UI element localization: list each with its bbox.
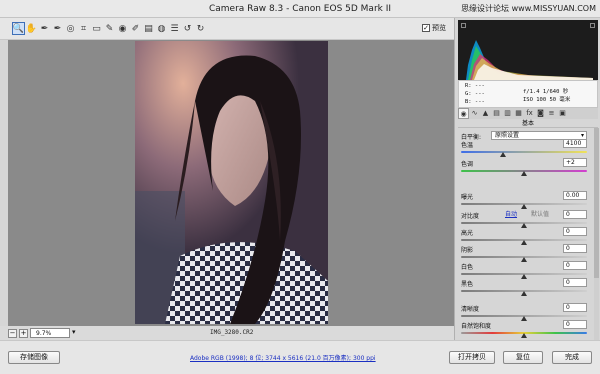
slider-value-field[interactable]: 0 (563, 320, 587, 329)
info-readout: R: --- G: --- B: --- f/1.4 1/640 秒 ISO 1… (458, 80, 598, 108)
split-toning-tab-icon[interactable]: ▥ (502, 108, 513, 119)
zoom-dropdown-icon[interactable]: ▾ (72, 328, 76, 336)
slider-value-field[interactable]: 0 (563, 227, 587, 236)
aperture-shutter: f/1.4 1/640 秒 (523, 89, 569, 95)
zoom-icon[interactable]: 🔍 (12, 22, 25, 35)
hand-icon[interactable]: ✋ (25, 22, 38, 35)
slider-value-field[interactable]: 0.00 (563, 191, 587, 200)
open-copy-button[interactable]: 打开拷贝 (449, 351, 495, 364)
slider-value-field[interactable]: 4100 (563, 139, 587, 148)
targeted-adjustment-icon[interactable]: ◎ (64, 22, 77, 35)
chevron-down-icon: ▾ (580, 132, 584, 139)
shadow-clipping-icon[interactable] (461, 23, 466, 28)
save-image-button[interactable]: 存储图像 (8, 351, 60, 364)
default-link[interactable]: 默认值 (531, 211, 549, 218)
slider-thumb[interactable] (521, 171, 527, 176)
slider-label: 清晰度 (461, 306, 480, 313)
slider-label: 黑色 (461, 281, 474, 288)
status-bar: − + 9.7% ▾ IMG_3280.CR2 (0, 326, 454, 340)
slider-value-field[interactable]: +2 (563, 158, 587, 167)
bottom-bar: 存储图像 Adobe RGB (1998); 8 位; 3744 x 5616 … (0, 340, 600, 374)
reset-button[interactable]: 复位 (503, 351, 543, 364)
radial-filter-icon[interactable]: ◍ (155, 22, 168, 35)
slider-value-field[interactable]: 0 (563, 261, 587, 270)
slider-thumb[interactable] (521, 204, 527, 209)
auto-link[interactable]: 自动 (505, 211, 517, 218)
image-canvas[interactable] (8, 40, 454, 326)
slider-thumb[interactable] (521, 257, 527, 262)
effects-tab-icon[interactable]: fx (524, 108, 535, 119)
slider-label: 对比度 (461, 213, 480, 220)
panel-tabs: ◉ ∿ ▲ ▤ ▥ ▦ fx ◙ ≡ ▣ (458, 108, 598, 119)
lens-tab-icon[interactable]: ▦ (513, 108, 524, 119)
panel-scrollbar[interactable] (594, 128, 599, 340)
histogram-graph (466, 40, 593, 80)
slider-thumb[interactable] (521, 316, 527, 321)
slider-label: 曝光 (461, 194, 474, 201)
slider-value-field[interactable]: 0 (563, 278, 587, 287)
slider-value-field[interactable]: 0 (563, 303, 587, 312)
zoom-in-button[interactable]: + (19, 329, 28, 338)
zoom-out-button[interactable]: − (8, 329, 17, 338)
panel-scrollbar-thumb[interactable] (594, 128, 599, 278)
highlight-clipping-icon[interactable] (590, 23, 595, 28)
slider-label: 白色 (461, 264, 474, 271)
photo-preview (135, 41, 328, 324)
title-bar: Camera Raw 8.3 - Canon EOS 5D Mark II 思缘… (0, 0, 600, 18)
zoom-level-field[interactable]: 9.7% (30, 328, 70, 338)
slider-label: 色调 (461, 161, 474, 168)
hsl-tab-icon[interactable]: ▤ (491, 108, 502, 119)
white-balance-icon[interactable]: ✒ (38, 22, 51, 35)
slider-thumb[interactable] (521, 274, 527, 279)
white-balance-value: 原照设置 (495, 132, 520, 139)
slider-thumb[interactable] (521, 240, 527, 245)
workflow-options-link[interactable]: Adobe RGB (1998); 8 位; 3744 x 5616 (21.0… (190, 353, 376, 362)
straighten-icon[interactable]: ▭ (90, 22, 103, 35)
spot-removal-icon[interactable]: ✎ (103, 22, 116, 35)
done-button[interactable]: 完成 (552, 351, 592, 364)
red-eye-icon[interactable]: ◉ (116, 22, 129, 35)
slider-value-field[interactable]: 0 (563, 244, 587, 253)
toolbar: 🔍 ✋ ✒ ✒ ◎ ⌗ ▭ ✎ ◉ ✐ ▤ ◍ ☰ ↺ ↻ ✓ 预览 (0, 18, 454, 40)
preview-toggle[interactable]: ✓ 预览 (422, 23, 446, 33)
camera-calibration-tab-icon[interactable]: ◙ (535, 108, 546, 119)
slider-thumb[interactable] (521, 291, 527, 296)
slider-label: 色温 (461, 142, 474, 149)
adjustment-brush-icon[interactable]: ✐ (129, 22, 142, 35)
histogram (458, 20, 598, 80)
slider-thumb[interactable] (499, 152, 506, 157)
preview-label: 预览 (432, 24, 446, 32)
section-title: 基本 (458, 119, 598, 128)
graduated-filter-icon[interactable]: ▤ (142, 22, 155, 35)
tone-curve-tab-icon[interactable]: ∿ (469, 108, 480, 119)
snapshots-tab-icon[interactable]: ▣ (557, 108, 568, 119)
b-value: B: --- (465, 99, 485, 105)
preview-checkbox[interactable]: ✓ (422, 24, 430, 32)
g-value: G: --- (465, 91, 485, 97)
basic-tab-icon[interactable]: ◉ (458, 108, 469, 119)
watermark: 思缘设计论坛 www.MISSYUAN.COM (461, 4, 596, 13)
detail-tab-icon[interactable]: ▲ (480, 108, 491, 119)
preferences-icon[interactable]: ☰ (168, 22, 181, 35)
portrait-image (135, 41, 328, 324)
slider-thumb[interactable] (521, 333, 527, 338)
slider-thumb[interactable] (521, 223, 527, 228)
slider-label: 阴影 (461, 247, 474, 254)
slider-value-field[interactable]: 0 (563, 210, 587, 219)
rotate-right-icon[interactable]: ↻ (194, 22, 207, 35)
adjustment-panel: R: --- G: --- B: --- f/1.4 1/640 秒 ISO 1… (454, 18, 600, 340)
color-sampler-icon[interactable]: ✒ (51, 22, 64, 35)
slider-track[interactable] (461, 151, 587, 153)
slider-label: 自然饱和度 (461, 323, 492, 330)
rotate-left-icon[interactable]: ↺ (181, 22, 194, 35)
presets-tab-icon[interactable]: ≡ (546, 108, 557, 119)
r-value: R: --- (465, 83, 485, 89)
crop-icon[interactable]: ⌗ (77, 22, 90, 35)
file-name: IMG_3280.CR2 (210, 329, 254, 336)
iso-lens: ISO 100 50 毫米 (523, 97, 571, 103)
slider-label: 高光 (461, 230, 474, 237)
auto-default-links: 自动 默认值 (505, 209, 561, 218)
